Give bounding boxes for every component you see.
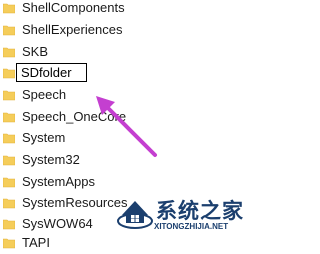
folder-label: ShellExperiences: [22, 22, 123, 37]
folder-row-speech[interactable]: Speech: [0, 84, 257, 106]
folder-row-systemapps[interactable]: SystemApps: [0, 171, 257, 193]
watermark-url: XITONGZHIJIA.NET: [154, 222, 229, 231]
folder-label: SystemApps: [22, 174, 95, 189]
folder-icon: [3, 25, 15, 36]
folder-icon: [3, 47, 15, 58]
folder-icon: [3, 177, 15, 188]
folder-label: ShellComponents: [22, 0, 125, 15]
watermark: 系统之家 XITONGZHIJIA.NET: [116, 191, 257, 240]
folder-icon: [3, 133, 15, 144]
folder-row-shellexperiences[interactable]: ShellExperiences: [0, 19, 257, 41]
folder-row-shellcomponents[interactable]: ShellComponents: [0, 0, 257, 19]
folder-icon: [3, 198, 15, 209]
folder-label: Speech: [22, 87, 67, 102]
folder-icon: [3, 219, 15, 230]
folder-row-speech-onecore[interactable]: Speech_OneCore: [0, 106, 257, 128]
folder-row-system[interactable]: System: [0, 127, 257, 149]
folder-icon: [3, 155, 15, 166]
folder-label: SysWOW64: [22, 216, 93, 231]
folder-icon: [3, 90, 15, 101]
folder-label: Speech_OneCore: [22, 109, 127, 124]
folder-icon: [3, 68, 15, 79]
folder-row-system32[interactable]: System32: [0, 149, 257, 171]
folder-label: SystemResources: [22, 195, 128, 210]
house-logo-icon: [117, 201, 153, 229]
folder-label: SKB: [22, 44, 49, 59]
folder-label: TAPI: [22, 235, 50, 250]
watermark-title: 系统之家: [156, 200, 244, 223]
folder-label: System: [22, 130, 66, 145]
folder-row-skb[interactable]: SKB: [0, 41, 257, 63]
folder-icon: [3, 238, 15, 249]
folder-icon: [3, 112, 15, 123]
folder-label: System32: [22, 152, 80, 167]
folder-icon: [3, 3, 15, 14]
folder-row-sdfolder[interactable]: [0, 62, 257, 84]
rename-input[interactable]: [16, 63, 87, 82]
